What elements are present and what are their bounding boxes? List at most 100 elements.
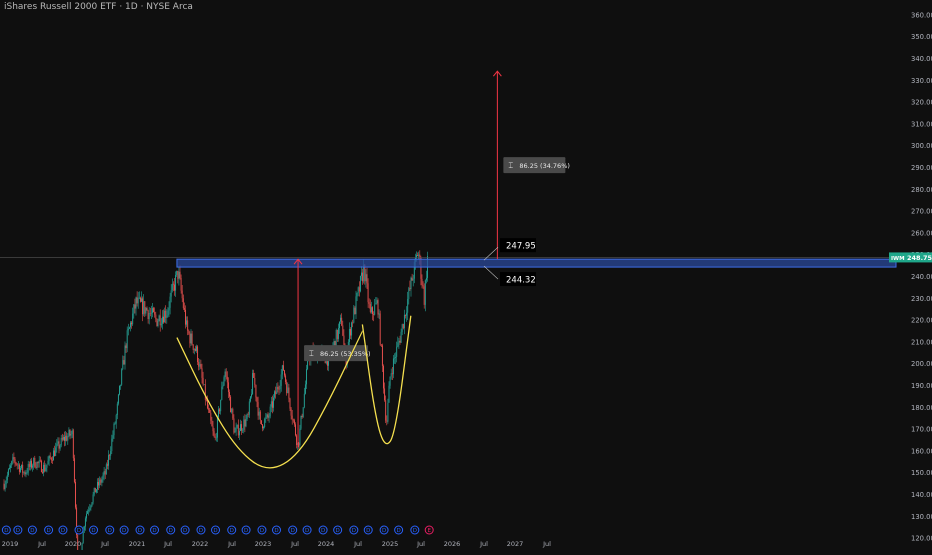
- candle-body: [285, 375, 287, 382]
- candle-body: [97, 481, 98, 490]
- candle-body: [407, 298, 409, 313]
- candle-body: [418, 254, 420, 256]
- candle-body: [27, 464, 29, 473]
- candle-body: [262, 424, 263, 429]
- candle-body: [24, 472, 26, 475]
- candle-body: [204, 384, 206, 401]
- candle-body: [45, 467, 47, 472]
- candle-body: [254, 377, 256, 385]
- x-tick-label: Jul: [479, 540, 488, 548]
- candle-body: [252, 373, 254, 395]
- candle-body: [266, 414, 268, 418]
- candle-body: [18, 464, 20, 472]
- candle-body: [180, 277, 182, 291]
- candle-body: [127, 328, 129, 331]
- candle-body: [410, 277, 412, 290]
- candle-body: [158, 315, 160, 322]
- candle-body: [226, 376, 228, 383]
- candle-body: [392, 358, 394, 375]
- candle-body: [235, 427, 237, 432]
- candle-body: [123, 360, 125, 365]
- candle-body: [230, 396, 232, 413]
- candle-body: [220, 399, 222, 412]
- candle-body: [290, 408, 292, 416]
- candle-body: [108, 455, 109, 466]
- candle-body: [341, 317, 343, 326]
- candle-body: [138, 297, 140, 299]
- candle-body: [287, 387, 289, 393]
- candle-body: [395, 356, 397, 358]
- candle-body: [156, 318, 158, 327]
- y-tick-label: 280.00: [911, 186, 932, 194]
- event-marker-label: D: [352, 528, 356, 534]
- candle-body: [119, 385, 120, 395]
- candle-body: [26, 472, 28, 474]
- candle-body: [137, 297, 139, 304]
- candle-body: [61, 437, 63, 440]
- candle-body: [396, 346, 398, 357]
- x-tick-label: 2021: [129, 540, 146, 548]
- candle-body: [91, 502, 93, 506]
- candle-body: [33, 457, 35, 466]
- y-tick-label: 170.00: [911, 426, 932, 434]
- candle-body: [71, 430, 73, 434]
- candle-body: [101, 479, 103, 483]
- candle-body: [21, 464, 23, 469]
- ruler-icon: ⌶: [309, 349, 314, 358]
- candle-body: [295, 424, 296, 436]
- candle-body: [398, 340, 400, 343]
- event-marker-label: D: [152, 528, 156, 534]
- candle-body: [302, 407, 304, 417]
- candle-body: [214, 436, 216, 438]
- candle-body: [234, 431, 236, 433]
- candle-body: [286, 381, 288, 393]
- candle-body: [361, 272, 362, 276]
- candle-body: [280, 374, 282, 386]
- price-chart[interactable]: ⌶ 86.25 (53.35%) ⌶ 86.25 (34.76%) 247.95 244.…: [0, 0, 932, 555]
- candle-body: [174, 284, 175, 291]
- candle-body: [154, 312, 156, 315]
- candle-body: [397, 342, 399, 347]
- candle-body: [244, 419, 246, 427]
- candle-body: [126, 330, 128, 349]
- candle-body: [209, 409, 211, 413]
- candle-body: [205, 400, 207, 401]
- measure-1-label: 86.25 (53.35%): [320, 350, 371, 358]
- candle-body: [38, 460, 40, 464]
- candle-body: [121, 369, 123, 385]
- candle-body: [394, 357, 395, 359]
- candle-body: [131, 322, 133, 325]
- y-tick-label: 130.00: [911, 513, 932, 521]
- candle-body: [46, 464, 48, 468]
- candle-body: [42, 472, 43, 473]
- candle-body: [64, 437, 65, 441]
- x-tick-label: Jul: [290, 540, 299, 548]
- candle-body: [366, 274, 368, 284]
- candle-body: [157, 321, 159, 327]
- candle-body: [233, 418, 235, 433]
- x-tick-label: Jul: [416, 540, 425, 548]
- candle-body: [56, 443, 58, 448]
- candle-body: [383, 365, 384, 389]
- resistance-zone[interactable]: [176, 258, 897, 268]
- candle-body: [289, 398, 291, 409]
- candle-body: [411, 277, 413, 281]
- candle-body: [57, 441, 59, 444]
- candle-body: [282, 365, 284, 371]
- y-tick-label: 150.00: [911, 469, 932, 477]
- candle-body: [196, 346, 197, 351]
- candle-body: [39, 460, 41, 462]
- candle-body: [251, 394, 252, 397]
- candle-body: [388, 385, 390, 403]
- candle-body: [216, 417, 218, 438]
- y-tick-label: 210.00: [911, 338, 932, 346]
- candle-body: [89, 508, 91, 511]
- candle-body: [292, 419, 294, 421]
- chart-area[interactable]: iShares Russell 2000 ETF · 1D · NYSE Arc…: [0, 0, 932, 555]
- y-tick-label: 230.00: [911, 295, 932, 303]
- candle-body: [15, 462, 17, 465]
- chart-background: [0, 0, 932, 550]
- candle-body: [245, 419, 247, 427]
- candle-body: [269, 406, 271, 417]
- candle-body: [212, 426, 214, 432]
